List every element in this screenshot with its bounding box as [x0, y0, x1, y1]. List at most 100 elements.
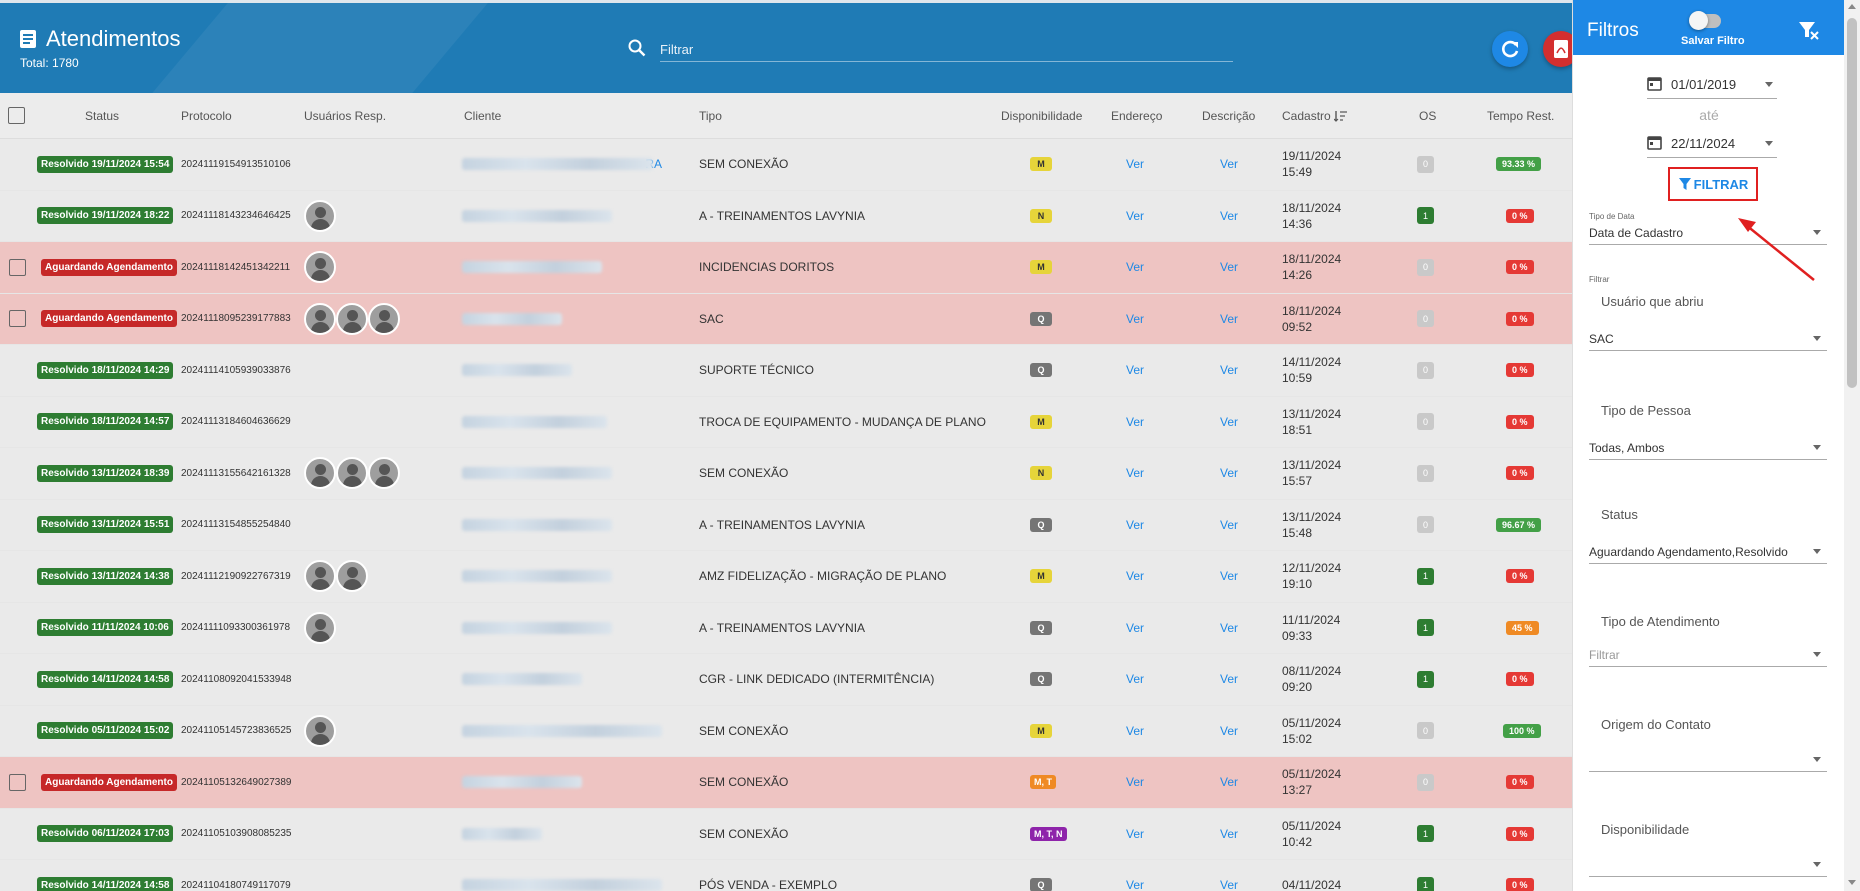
os-count-badge[interactable]: 1 — [1417, 567, 1434, 585]
date-to-picker[interactable]: 22/11/2024 — [1647, 132, 1777, 158]
cliente-cell[interactable] — [462, 860, 662, 891]
endereco-link[interactable]: Ver — [1126, 706, 1144, 757]
table-row[interactable]: Aguardando Agendamento 202411180952391778… — [0, 293, 1572, 345]
col-status[interactable]: Status — [85, 93, 119, 138]
table-row[interactable]: Aguardando Agendamento 202411181424513422… — [0, 242, 1572, 294]
row-checkbox[interactable] — [9, 773, 26, 791]
cliente-cell[interactable] — [462, 654, 662, 705]
date-from-picker[interactable]: 01/01/2019 — [1647, 73, 1777, 99]
cliente-cell[interactable] — [462, 448, 662, 499]
os-count-badge[interactable]: 1 — [1417, 825, 1434, 843]
cliente-cell[interactable] — [462, 345, 662, 396]
disponibilidade-select[interactable] — [1589, 853, 1827, 877]
table-row[interactable]: Resolvido 11/11/2024 10:06 20241111093300… — [0, 602, 1572, 654]
user-avatar-icon[interactable] — [304, 302, 336, 335]
cliente-cell[interactable] — [462, 809, 662, 860]
os-count-badge[interactable]: 0 — [1417, 155, 1434, 173]
table-row[interactable]: Resolvido 13/11/2024 15:51 20241113154855… — [0, 499, 1572, 551]
status-select[interactable]: Aguardando Agendamento,Resolvido — [1589, 540, 1827, 564]
save-filter-toggle[interactable] — [1689, 11, 1721, 30]
descricao-link[interactable]: Ver — [1220, 654, 1238, 705]
descricao-link[interactable]: Ver — [1220, 397, 1238, 448]
user-avatar-icon[interactable] — [304, 714, 336, 747]
origem-select[interactable] — [1589, 748, 1827, 772]
table-row[interactable]: Aguardando Agendamento 202411051326490273… — [0, 757, 1572, 809]
col-tempo-rest[interactable]: Tempo Rest. — [1487, 93, 1554, 138]
cliente-cell[interactable] — [462, 757, 662, 808]
descricao-link[interactable]: Ver — [1220, 345, 1238, 396]
page-scrollbar[interactable] — [1844, 0, 1860, 891]
endereco-link[interactable]: Ver — [1126, 139, 1144, 190]
table-row[interactable]: Resolvido 06/11/2024 17:03 20241105103908… — [0, 808, 1572, 860]
os-count-badge[interactable]: 0 — [1417, 464, 1434, 482]
search-input[interactable] — [660, 38, 1233, 62]
pdf-export-button[interactable] — [1543, 31, 1572, 67]
cliente-cell[interactable] — [462, 603, 662, 654]
descricao-link[interactable]: Ver — [1220, 860, 1238, 891]
cliente-cell[interactable] — [462, 294, 662, 345]
os-count-badge[interactable]: 0 — [1417, 773, 1434, 791]
table-row[interactable]: Resolvido 19/11/2024 15:54 20241119154913… — [0, 139, 1572, 191]
descricao-link[interactable]: Ver — [1220, 551, 1238, 602]
scroll-down-icon[interactable] — [1848, 880, 1856, 885]
table-row[interactable]: Resolvido 14/11/2024 14:58 20241104180749… — [0, 860, 1572, 891]
endereco-link[interactable]: Ver — [1126, 397, 1144, 448]
col-cliente[interactable]: Cliente — [464, 93, 501, 138]
row-checkbox[interactable] — [9, 258, 26, 276]
col-protocolo[interactable]: Protocolo — [181, 93, 232, 138]
select-all-checkbox[interactable] — [8, 107, 25, 124]
refresh-button[interactable] — [1492, 31, 1528, 67]
col-disponibilidade[interactable]: Disponibilidade — [1001, 93, 1082, 138]
descricao-link[interactable]: Ver — [1220, 809, 1238, 860]
apply-filter-button[interactable]: FILTRAR — [1668, 167, 1758, 201]
user-avatar-icon[interactable] — [336, 457, 368, 490]
os-count-badge[interactable]: 0 — [1417, 722, 1434, 740]
usuario-select[interactable]: SAC — [1589, 327, 1827, 351]
os-count-badge[interactable]: 1 — [1417, 876, 1434, 891]
descricao-link[interactable]: Ver — [1220, 242, 1238, 293]
cliente-cell[interactable] — [462, 242, 662, 293]
os-count-badge[interactable]: 0 — [1417, 310, 1434, 328]
table-row[interactable]: Resolvido 18/11/2024 14:29 20241114105939… — [0, 345, 1572, 397]
os-count-badge[interactable]: 0 — [1417, 516, 1434, 534]
user-avatar-icon[interactable] — [368, 302, 400, 335]
os-count-badge[interactable]: 0 — [1417, 413, 1434, 431]
col-os[interactable]: OS — [1419, 93, 1436, 138]
os-count-badge[interactable]: 0 — [1417, 361, 1434, 379]
cliente-cell[interactable] — [462, 706, 662, 757]
tipo-atendimento-select[interactable]: Filtrar — [1589, 643, 1827, 667]
os-count-badge[interactable]: 1 — [1417, 207, 1434, 225]
col-usuarios[interactable]: Usuários Resp. — [304, 93, 386, 138]
row-checkbox[interactable] — [9, 310, 26, 328]
endereco-link[interactable]: Ver — [1126, 500, 1144, 551]
descricao-link[interactable]: Ver — [1220, 191, 1238, 242]
user-avatar-icon[interactable] — [304, 251, 336, 284]
descricao-link[interactable]: Ver — [1220, 757, 1238, 808]
descricao-link[interactable]: Ver — [1220, 500, 1238, 551]
scroll-up-icon[interactable] — [1848, 4, 1856, 9]
user-avatar-icon[interactable] — [368, 457, 400, 490]
endereco-link[interactable]: Ver — [1126, 654, 1144, 705]
cliente-cell[interactable] — [462, 551, 662, 602]
endereco-link[interactable]: Ver — [1126, 242, 1144, 293]
col-tipo[interactable]: Tipo — [699, 93, 722, 138]
endereco-link[interactable]: Ver — [1126, 345, 1144, 396]
descricao-link[interactable]: Ver — [1220, 294, 1238, 345]
endereco-link[interactable]: Ver — [1126, 603, 1144, 654]
endereco-link[interactable]: Ver — [1126, 191, 1144, 242]
filter-clear-icon[interactable] — [1798, 20, 1820, 40]
table-row[interactable]: Resolvido 19/11/2024 18:22 20241118143234… — [0, 190, 1572, 242]
endereco-link[interactable]: Ver — [1126, 294, 1144, 345]
tipo-pessoa-select[interactable]: Todas, Ambos — [1589, 436, 1827, 460]
table-row[interactable]: Resolvido 14/11/2024 14:58 20241108092041… — [0, 654, 1572, 706]
user-avatar-icon[interactable] — [304, 611, 336, 644]
endereco-link[interactable]: Ver — [1126, 551, 1144, 602]
cliente-cell[interactable] — [462, 500, 662, 551]
table-row[interactable]: Resolvido 05/11/2024 15:02 20241105145723… — [0, 705, 1572, 757]
scrollbar-thumb[interactable] — [1847, 18, 1857, 388]
descricao-link[interactable]: Ver — [1220, 448, 1238, 499]
user-avatar-icon[interactable] — [336, 560, 368, 593]
user-avatar-icon[interactable] — [304, 560, 336, 593]
col-endereco[interactable]: Endereço — [1111, 93, 1162, 138]
descricao-link[interactable]: Ver — [1220, 139, 1238, 190]
